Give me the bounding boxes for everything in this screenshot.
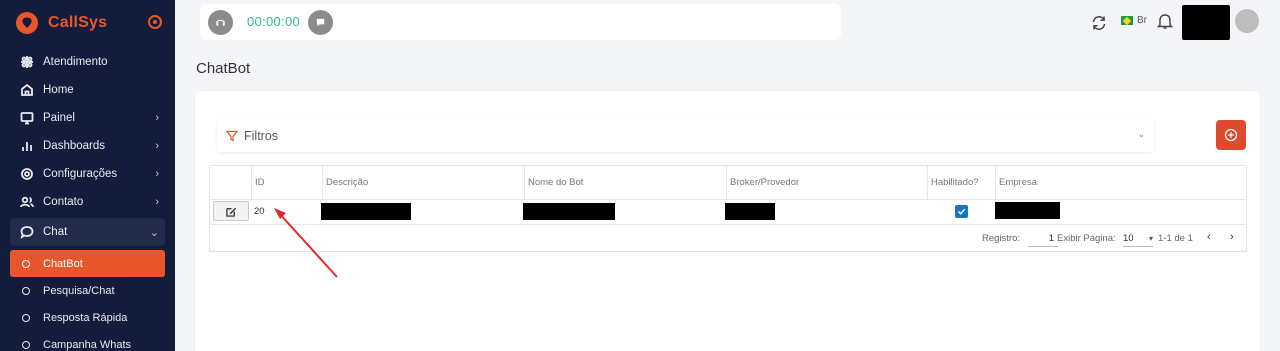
sidebar-item-dashboards[interactable]: Dashboards › [0,132,175,160]
column-header-broker-provedor[interactable]: Broker/Provedor [726,166,927,199]
sidebar: CallSys Atendimento Home Painel › Dashbo… [0,0,175,351]
sidebar-item-label: Home [43,84,74,96]
filter-label: Filtros [244,128,279,143]
grid-icon [19,55,34,70]
language-label: Br [1137,15,1147,26]
brazil-flag-icon [1121,16,1133,25]
enabled-checkbox[interactable] [955,205,968,218]
user-name-redacted[interactable] [1182,5,1230,40]
registro-input[interactable]: 1 [1028,229,1058,247]
page-size-select[interactable]: 10 ▾ [1123,229,1153,247]
submenu-item-label: Campanha Whats [43,338,132,351]
message-icon [316,18,325,27]
chevron-right-icon: › [155,140,159,152]
sidebar-item-atendimento[interactable]: Atendimento [0,48,175,76]
sidebar-item-configuracoes[interactable]: Configurações › [0,160,175,188]
column-header-habilitado[interactable]: Habilitado? [927,166,995,199]
column-header-id[interactable]: ID [251,166,322,199]
chatbot-table: ID Descrição Nome do Bot Broker/Provedor… [209,165,1247,252]
page-range: 1-1 de 1 [1158,233,1193,244]
avatar[interactable] [1235,9,1259,33]
circle-icon [22,340,30,349]
sidebar-item-home[interactable]: Home [0,76,175,104]
headset-button[interactable] [208,10,233,35]
divider [210,199,1246,200]
sidebar-nav: Atendimento Home Painel › Dashboards › C… [0,48,175,351]
sidebar-item-label: Configurações [43,168,118,180]
chevron-right-icon: › [155,196,159,208]
sidebar-toggle-icon[interactable] [148,15,162,29]
submenu-item-label: Pesquisa/Chat [43,284,115,297]
circle-icon [22,313,30,322]
submenu-item-pesquisa-chat[interactable]: Pesquisa/Chat [0,277,175,304]
chevron-right-icon: › [155,112,159,124]
circle-icon [22,259,30,268]
users-icon [19,195,34,210]
message-button[interactable] [308,10,333,35]
bar-chart-icon [19,139,34,154]
page-title: ChatBot [196,60,251,77]
bell-icon[interactable] [1157,12,1173,30]
page-size-label: Exibir Página: [1057,233,1116,244]
sidebar-item-painel[interactable]: Painel › [0,104,175,132]
filter-icon [226,130,238,141]
circle-icon [22,286,30,295]
cell-empresa-redacted [995,202,1060,219]
submenu-item-label: Resposta Rápida [43,311,128,324]
submenu-item-resposta-rapida[interactable]: Resposta Rápida [0,304,175,331]
chevron-down-icon: ⌄ [1137,129,1145,139]
sidebar-item-label: Painel [43,112,75,124]
sidebar-item-contato[interactable]: Contato › [0,188,175,216]
home-icon [19,83,34,98]
chevron-down-icon: ▾ [1148,234,1153,243]
registro-label: Registro: [982,233,1021,244]
column-header-actions [210,166,251,199]
sidebar-item-label: Atendimento [43,56,108,68]
plus-circle-icon [1224,128,1238,142]
cell-id: 20 [254,206,265,217]
brand-logo-icon [16,12,38,34]
check-icon [957,208,966,215]
column-header-nome-do-bot[interactable]: Nome do Bot [524,166,726,199]
language-selector[interactable]: Br [1121,15,1147,26]
call-toolbar: 00:00:00 [200,4,841,40]
cell-nome-do-bot-redacted [523,203,615,220]
edit-icon [225,207,236,217]
add-chatbot-button[interactable] [1216,120,1246,150]
brand-name: CallSys [48,14,108,31]
sidebar-item-label: Contato [43,196,84,208]
sidebar-item-label: Chat [43,226,68,238]
edit-button[interactable] [213,201,249,221]
sidebar-item-label: Dashboards [43,140,106,152]
cell-broker-redacted [725,203,775,220]
next-page-icon[interactable]: › [1230,231,1234,243]
gear-icon [19,167,34,182]
refresh-icon[interactable] [1090,14,1108,32]
column-header-descricao[interactable]: Descrição [322,166,524,199]
monitor-icon [19,111,34,126]
chevron-right-icon: › [155,168,159,180]
headset-icon [216,19,225,26]
brand[interactable]: CallSys [16,10,107,36]
previous-page-icon[interactable]: ‹ [1207,231,1211,243]
filter-panel[interactable]: Filtros ⌄ [217,119,1154,152]
chat-icon [19,225,34,240]
call-timer: 00:00:00 [247,14,301,29]
submenu-item-campanha-whats[interactable]: Campanha Whats [0,331,175,351]
sidebar-item-chat[interactable]: Chat ⌄ [10,218,165,246]
pagination: Registro: 1 Exibir Página: 10 ▾ 1-1 de 1… [210,225,1246,252]
submenu-item-chatbot[interactable]: ChatBot [10,250,165,277]
page-size-value: 10 [1123,233,1134,244]
chevron-down-icon: ⌄ [149,227,159,239]
annotation-arrow-icon [274,208,338,278]
submenu-item-label: ChatBot [43,257,83,270]
column-header-empresa[interactable]: Empresa [995,166,1246,199]
